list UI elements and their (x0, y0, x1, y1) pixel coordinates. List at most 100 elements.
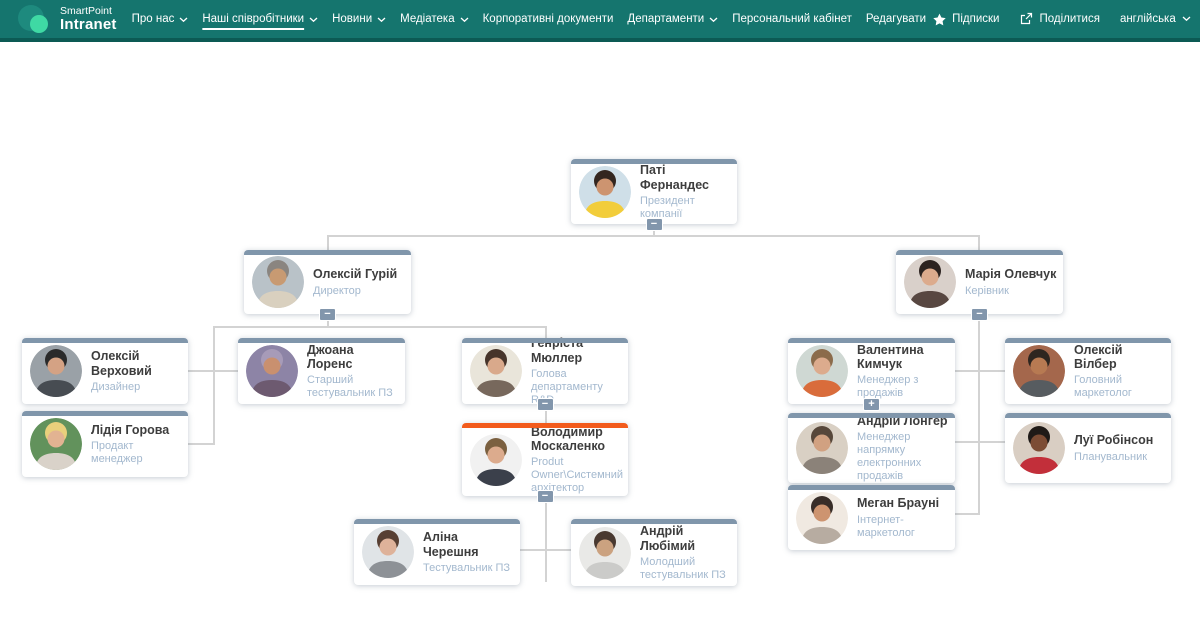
employee-name: Олексій Верховий (91, 349, 184, 378)
smartpoint-logo[interactable]: SmartPoint Intranet (18, 2, 117, 36)
collapse-button[interactable]: − (971, 308, 988, 321)
nav-item-edit[interactable]: Редагувати (859, 0, 933, 38)
employee-card-volodymyr-moskalenko[interactable]: Володимир Москаленко Produt Owner\Систем… (462, 423, 628, 496)
employee-name: Олексій Вілбер (1074, 343, 1167, 372)
employee-card-andrii-longer[interactable]: Андрій Лонгер Менеджер напрямку електрон… (788, 413, 955, 483)
employee-card-maria-olevchuk[interactable]: Марія Олевчук Керівник (896, 250, 1063, 314)
connector-line (545, 497, 547, 582)
employee-card-oleksii-vilber[interactable]: Олексій Вілбер Головний маркетолог (1005, 338, 1171, 404)
card-accent-bar (788, 338, 955, 343)
employee-card-valentyna-kymchuk[interactable]: Валентина Кимчук Менеджер з продажів (788, 338, 955, 404)
chevron-down-icon (309, 17, 318, 23)
nav-item-documents[interactable]: Корпоративні документи (476, 0, 621, 38)
employee-name: Володимир Москаленко (531, 425, 624, 454)
employee-text: Джоана Лоренс Старший тестувальник ПЗ (307, 342, 401, 401)
nav-item-media[interactable]: Медіатека (393, 0, 475, 38)
card-accent-bar (788, 413, 955, 418)
share-button[interactable]: Поділитися (1019, 12, 1099, 26)
employee-text: Андрій Лонгер Менеджер напрямку електрон… (857, 413, 951, 483)
card-accent-bar (22, 411, 188, 416)
employee-card-dzhoana-lorens[interactable]: Джоана Лоренс Старший тестувальник ПЗ (238, 338, 405, 404)
connector-line (955, 513, 980, 515)
employee-title: Менеджер з продажів (857, 374, 951, 400)
connector-line (955, 441, 1006, 443)
nav-item-label: Редагувати (866, 13, 926, 25)
connector-line (978, 317, 980, 515)
employee-title: Планувальник (1074, 451, 1153, 464)
employee-card-oleksii-gurii[interactable]: Олексій Гурій Директор (244, 250, 411, 314)
connector-line (327, 235, 980, 237)
card-accent-bar (571, 519, 737, 524)
collapse-button[interactable]: − (646, 218, 663, 231)
employee-title: Директор (313, 285, 397, 298)
expand-button[interactable]: + (863, 398, 880, 411)
employee-card-pati-fernandes[interactable]: Паті Фернандес Президент компанії (571, 159, 737, 224)
avatar (30, 345, 82, 397)
employee-card-henrista-muller[interactable]: Генріста Мюллер Голова департаменту R&D (462, 338, 628, 404)
connector-line (188, 443, 214, 445)
employee-title: Керівник (965, 285, 1056, 298)
card-accent-bar (1005, 338, 1171, 343)
nav-item-departments[interactable]: Департаменти (620, 0, 725, 38)
chevron-down-icon (709, 17, 718, 23)
avatar (30, 418, 82, 470)
connector-line (955, 370, 1006, 372)
card-accent-bar (571, 159, 737, 164)
card-accent-bar (22, 338, 188, 343)
avatar (362, 526, 414, 578)
card-accent-bar (462, 423, 628, 428)
card-accent-bar (238, 338, 405, 343)
collapse-button[interactable]: − (319, 308, 336, 321)
employee-text: Лідія Горова Продакт менеджер (91, 422, 184, 466)
employee-title: Продакт менеджер (91, 440, 184, 466)
employee-card-alina-chereshnia[interactable]: Аліна Черешня Тестувальник ПЗ (354, 519, 520, 585)
chevron-down-icon (460, 17, 469, 23)
collapse-button[interactable]: − (537, 490, 554, 503)
card-accent-bar (244, 250, 411, 255)
employee-text: Генріста Мюллер Голова департаменту R&D (531, 335, 624, 407)
card-accent-bar (1005, 413, 1171, 418)
employee-name: Андрій Любімий (640, 524, 733, 553)
employee-title: Менеджер напрямку електронних продажів (857, 431, 951, 483)
employee-name: Лідія Горова (91, 423, 184, 437)
employee-name: Валентина Кимчук (857, 343, 951, 372)
nav-item-news[interactable]: Новини (325, 0, 393, 38)
card-accent-bar (462, 338, 628, 343)
employee-name: Олексій Гурій (313, 267, 397, 281)
employee-text: Паті Фернандес Президент компанії (640, 162, 733, 221)
nav-item-label: Про нас (132, 13, 175, 25)
nav-item-label: Новини (332, 13, 372, 25)
logo-line1: SmartPoint (60, 6, 117, 17)
employee-title: Головний маркетолог (1074, 374, 1167, 400)
employee-title: Молодший тестувальник ПЗ (640, 556, 733, 582)
employee-text: Аліна Черешня Тестувальник ПЗ (423, 529, 516, 575)
avatar (252, 256, 304, 308)
nav-item-cabinet[interactable]: Персональний кабінет (725, 0, 859, 38)
employee-card-oleksii-verkhovyi[interactable]: Олексій Верховий Дизайнер (22, 338, 188, 404)
employee-name: Луї Робінсон (1074, 433, 1153, 447)
employee-card-lidia-horova[interactable]: Лідія Горова Продакт менеджер (22, 411, 188, 477)
logo-text: SmartPoint Intranet (60, 6, 117, 33)
chevron-down-icon (179, 17, 188, 23)
collapse-button[interactable]: − (537, 398, 554, 411)
employee-text: Марія Олевчук Керівник (965, 266, 1056, 297)
employee-name: Джоана Лоренс (307, 343, 401, 372)
language-label: англійська (1120, 13, 1176, 25)
nav-item-employees[interactable]: Наші співробітники (195, 0, 325, 38)
employee-name: Марія Олевчук (965, 267, 1056, 281)
language-selector[interactable]: англійська (1120, 13, 1191, 25)
subscriptions-button[interactable]: Підписки (933, 13, 999, 26)
card-accent-bar (354, 519, 520, 524)
nav-item-about[interactable]: Про нас (125, 0, 196, 38)
employee-name: Паті Фернандес (640, 163, 733, 192)
employee-name: Меган Брауні (857, 496, 951, 510)
employee-card-mehan-brauni[interactable]: Меган Брауні Інтернет-маркетолог (788, 485, 955, 550)
employee-card-andrii-liubimyi[interactable]: Андрій Любімий Молодший тестувальник ПЗ (571, 519, 737, 586)
employee-card-lui-robinson[interactable]: Луї Робінсон Планувальник (1005, 413, 1171, 483)
employee-text: Меган Брауні Інтернет-маркетолог (857, 495, 951, 539)
card-accent-bar (896, 250, 1063, 255)
employee-title: Тестувальник ПЗ (423, 562, 516, 575)
avatar (1013, 422, 1065, 474)
chevron-down-icon (1182, 16, 1191, 22)
connector-line (188, 370, 238, 372)
